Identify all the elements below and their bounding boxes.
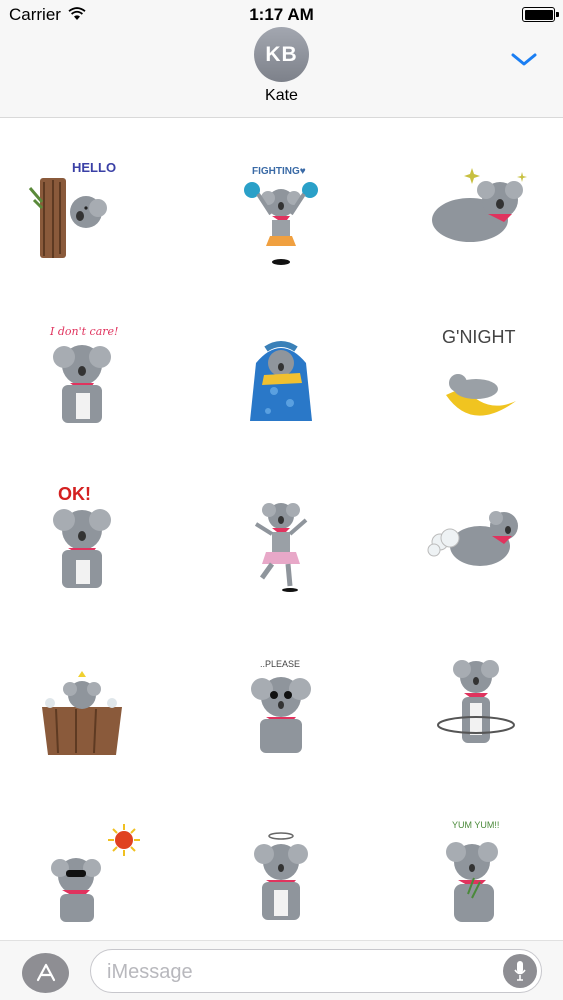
sticker-koala-fighting[interactable]: FIGHTING♥ — [211, 133, 351, 283]
sticker-koala-hello[interactable]: HELLO — [15, 133, 155, 283]
sticker-koala-fart[interactable] — [407, 463, 547, 613]
compose-bar — [0, 940, 563, 1000]
sticker-koala-hula-hoop[interactable] — [407, 628, 547, 778]
status-bar: Carrier 1:17 AM — [0, 0, 563, 28]
chevron-down-icon[interactable] — [510, 49, 538, 69]
sticker-koala-please[interactable]: ..PLEASE — [211, 628, 351, 778]
sticker-koala-ok[interactable]: OK! — [15, 463, 155, 613]
sticker-caption: OK! — [58, 484, 91, 504]
sticker-koala-angel[interactable] — [211, 793, 351, 943]
message-field[interactable] — [90, 949, 542, 993]
sticker-koala-yum[interactable]: YUM YUM!! — [407, 793, 547, 943]
imessage-input[interactable] — [107, 959, 487, 985]
battery-icon — [522, 7, 559, 22]
sticker-koala-sunny[interactable] — [15, 793, 155, 943]
sticker-caption: ..PLEASE — [260, 659, 300, 669]
sticker-caption: HELLO — [72, 160, 116, 175]
contact-name[interactable]: Kate — [0, 87, 563, 105]
status-time: 1:17 AM — [249, 5, 314, 24]
sticker-koala-blanket[interactable] — [211, 298, 351, 448]
sticker-koala-dont-care[interactable]: I don't care! — [15, 298, 155, 448]
sticker-koala-lying[interactable] — [407, 133, 547, 283]
microphone-icon[interactable] — [503, 954, 537, 988]
sticker-caption: FIGHTING♥ — [252, 166, 306, 177]
sticker-caption: I don't care! — [49, 325, 118, 338]
contact-avatar[interactable]: KB — [254, 27, 309, 82]
sticker-caption: YUM YUM!! — [452, 820, 499, 830]
sticker-koala-gnight[interactable]: G'NIGHT — [407, 298, 547, 448]
sticker-koala-bath[interactable] — [15, 628, 155, 778]
app-store-icon[interactable] — [22, 953, 69, 993]
sticker-caption: G'NIGHT — [442, 327, 515, 347]
sticker-koala-dance[interactable] — [211, 463, 351, 613]
sticker-grid: HELLO FIGHTING♥ I don't care! G'NIGHT OK… — [0, 118, 563, 940]
conversation-header: Carrier 1:17 AM KB Kate — [0, 0, 563, 118]
